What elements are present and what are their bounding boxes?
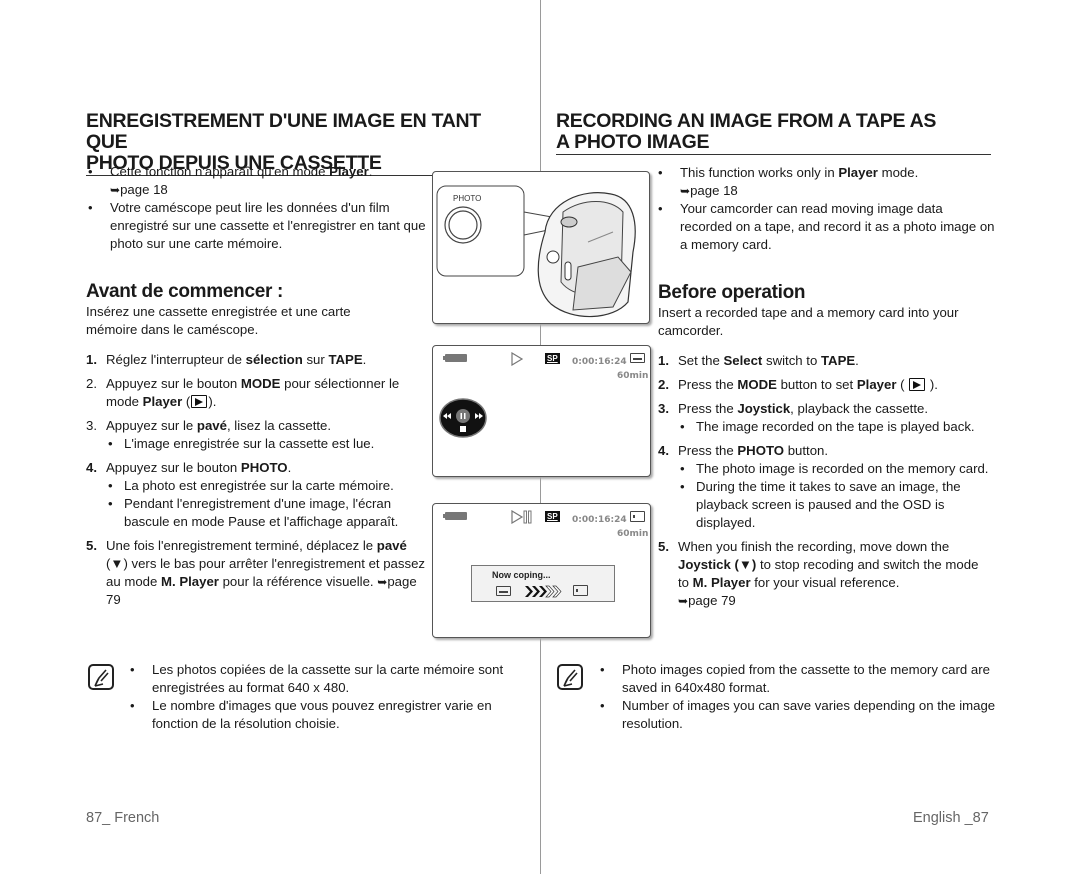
note-item: Photo images copied from the cassette to… (598, 661, 998, 697)
memory-card-icon (573, 585, 588, 596)
before-heading-en: Before operation (658, 282, 806, 303)
copy-status-text: Now coping... (492, 570, 551, 580)
sub-bullet: The photo image is recorded on the memor… (678, 460, 993, 478)
page-ref-arrow-icon: ➥ (678, 594, 689, 608)
player-mode-icon (909, 378, 926, 391)
note-item: Le nombre d'images que vous pouvez enreg… (128, 697, 523, 733)
play-icon (511, 352, 524, 366)
joystick-control-icon[interactable] (439, 398, 487, 438)
note-icon (557, 664, 583, 690)
page-ref-arrow-icon: ➥ (110, 183, 121, 197)
remaining-time: 60min (617, 529, 649, 539)
player-mode-icon (191, 395, 208, 408)
step-item: 2. Press the MODE button to set Player ( … (658, 377, 938, 392)
note-item: Number of images you can save varies dep… (598, 697, 998, 733)
intro-item: Your camcorder can read moving image dat… (656, 200, 996, 254)
steps-list-fr: 1. Réglez l'interrupteur de sélection sur… (86, 351, 431, 615)
notes-list-fr: Les photos copiées de la cassette sur la… (128, 661, 523, 733)
copy-progress-arrows-icon (525, 585, 562, 598)
play-pause-icon (511, 510, 532, 524)
sp-mode-badge: SP (545, 353, 560, 364)
intro-item: Cette fonction n'apparaît qu'en mode Pla… (86, 163, 426, 199)
right-page-english: RECORDING AN IMAGE FROM A TAPE AS A PHOT… (556, 111, 991, 155)
before-text-fr: Insérez une cassette enregistrée et une … (86, 304, 351, 337)
note-icon (88, 664, 114, 690)
page-ref-link[interactable]: page 18 (690, 183, 738, 198)
copy-progress-dialog: Now coping... (471, 565, 615, 602)
sub-bullet: The image recorded on the tape is played… (678, 418, 993, 436)
tape-icon (496, 586, 511, 596)
sub-bullet: Pendant l'enregistrement d'une image, l'… (106, 495, 431, 531)
battery-icon (443, 512, 467, 520)
notes-list-en: Photo images copied from the cassette to… (598, 661, 998, 733)
step-item: 1. Réglez l'interrupteur de sélection sur… (86, 352, 367, 367)
step-item: 4.Press the PHOTO button. The photo imag… (658, 442, 993, 532)
before-heading-fr: Avant de commencer : (86, 281, 284, 302)
lcd-copying-screen: SP 0:00:16:24 60min Now coping... (432, 503, 651, 638)
before-text-en: Insert a recorded tape and a memory card… (658, 305, 959, 338)
sub-bullet: During the time it takes to save an imag… (678, 478, 993, 532)
camcorder-illustration: PHOTO (432, 171, 650, 324)
step-item: 5. Une fois l'enregistrement terminé, dép… (86, 538, 426, 607)
step-item: 5. When you finish the recording, move do… (658, 539, 979, 608)
steps-list-en: 1. Set the Select switch to TAPE. 2. Press… (658, 352, 993, 616)
intro-list-fr: Cette fonction n'apparaît qu'en mode Pla… (86, 163, 426, 253)
step-item: 1. Set the Select switch to TAPE. (658, 353, 859, 368)
step-item: 3. Press the Joystick, playback the casse… (658, 400, 993, 436)
section-title-en: RECORDING AN IMAGE FROM A TAPE AS A PHOT… (556, 111, 991, 155)
note-item: Les photos copiées de la cassette sur la… (128, 661, 523, 697)
sub-bullet: La photo est enregistrée sur la carte mé… (106, 477, 431, 495)
page-ref-arrow-icon: ➥ (680, 184, 691, 198)
memory-card-icon (630, 511, 645, 522)
step-item: 4.Appuyez sur le bouton PHOTO. La photo … (86, 459, 431, 531)
photo-button-label: PHOTO (453, 194, 482, 203)
sp-mode-badge: SP (545, 511, 560, 522)
intro-list-en: This function works only in Player mode.… (656, 164, 996, 254)
remaining-time: 60min (617, 371, 649, 381)
intro-item: Votre caméscope peut lire les données d'… (86, 199, 426, 253)
intro-item: This function works only in Player mode.… (656, 164, 996, 200)
page-ref-arrow-icon: ➥ (377, 575, 388, 589)
step-item: 2. Appuyez sur le bouton MODE pour sélect… (86, 376, 400, 409)
page-ref-link[interactable]: page 18 (120, 182, 168, 197)
battery-icon (443, 354, 467, 362)
footer-page-number-en: English _87 (913, 810, 989, 826)
page-ref-link[interactable]: page 79 (688, 593, 736, 608)
footer-page-number-fr: 87_ French (86, 810, 160, 826)
sub-bullet: L'image enregistrée sur la cassette est … (106, 435, 431, 453)
lcd-playback-screen: SP 0:00:16:24 60min (432, 345, 651, 477)
tape-icon (630, 353, 645, 363)
step-item: 3. Appuyez sur le pavé, lisez la cassette… (86, 417, 431, 453)
